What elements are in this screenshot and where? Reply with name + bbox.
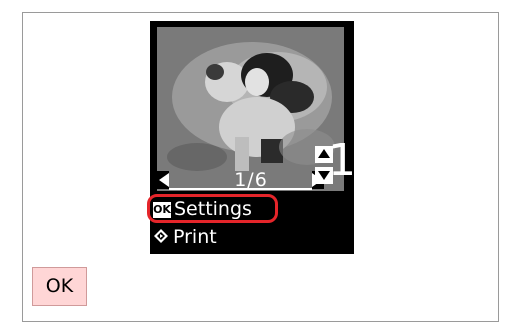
- settings-highlight: [147, 194, 278, 223]
- copies-count: 1: [328, 135, 356, 186]
- arrow-left-icon[interactable]: [159, 173, 169, 187]
- print-label: Print: [173, 226, 217, 248]
- start-diamond-icon: [153, 228, 169, 244]
- ok-button[interactable]: OK: [32, 267, 87, 306]
- photo-counter: 1/6: [234, 169, 268, 191]
- menu-item-print[interactable]: Print: [153, 226, 217, 248]
